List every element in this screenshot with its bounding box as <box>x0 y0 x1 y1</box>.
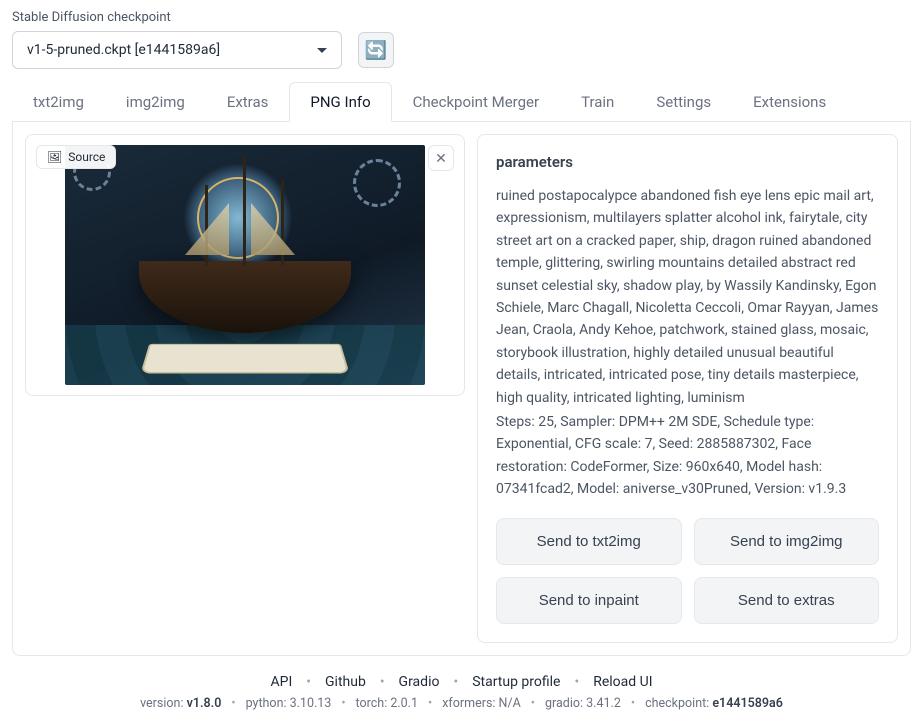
send-to-txt2img-button[interactable]: Send to txt2img <box>496 518 682 565</box>
divider: • <box>380 674 385 690</box>
tab-train[interactable]: Train <box>560 82 635 122</box>
refresh-checkpoint-button[interactable]: 🔄 <box>358 32 394 68</box>
art-ship-hull <box>139 261 351 333</box>
divider: • <box>306 674 311 690</box>
send-to-extras-button[interactable]: Send to extras <box>694 577 880 624</box>
footer-link-reload-ui[interactable]: Reload UI <box>593 674 652 690</box>
gradio-item: gradio: 3.41.2 <box>545 696 621 711</box>
tabs: txt2img img2img Extras PNG Info Checkpoi… <box>12 81 911 122</box>
parameters-column: parameters ruined postapocalypce abandon… <box>477 134 898 643</box>
prompt-text: ruined postapocalypce abandoned fish eye… <box>496 185 879 409</box>
close-icon: ✕ <box>435 150 447 167</box>
torch-item: torch: 2.0.1 <box>356 696 418 711</box>
art-gear <box>353 159 401 207</box>
xformers-item: xformers: N/A <box>442 696 521 711</box>
footer-link-startup-profile[interactable]: Startup profile <box>472 674 560 690</box>
parameters-card: parameters ruined postapocalypce abandon… <box>477 134 898 643</box>
send-buttons: Send to txt2img Send to img2img Send to … <box>496 500 879 624</box>
divider: • <box>428 696 432 711</box>
divider: • <box>453 674 458 690</box>
tab-checkpoint-merger[interactable]: Checkpoint Merger <box>392 82 560 122</box>
png-info-panel: 🖼 Source ✕ parame <box>12 122 911 656</box>
divider: • <box>631 696 635 711</box>
checkpoint-select[interactable]: v1-5-pruned.ckpt [e1441589a6] <box>12 31 342 69</box>
chevron-down-icon <box>317 48 327 53</box>
checkpoint-group: Stable Diffusion checkpoint v1-5-pruned.… <box>12 10 342 69</box>
source-label: Source <box>68 150 105 164</box>
python-item: python: 3.10.13 <box>246 696 332 711</box>
send-to-img2img-button[interactable]: Send to img2img <box>694 518 880 565</box>
footer: API • Github • Gradio • Startup profile … <box>12 656 911 723</box>
checkpoint-label: Stable Diffusion checkpoint <box>12 10 342 25</box>
clear-image-button[interactable]: ✕ <box>428 145 454 171</box>
tab-img2img[interactable]: img2img <box>105 82 206 122</box>
footer-link-gradio[interactable]: Gradio <box>399 674 440 690</box>
checkpoint-value: v1-5-pruned.ckpt [e1441589a6] <box>27 42 220 58</box>
image-column: 🖼 Source ✕ <box>25 134 465 643</box>
tab-settings[interactable]: Settings <box>635 82 732 122</box>
version-item: version: v1.8.0 <box>140 696 221 711</box>
footer-link-api[interactable]: API <box>270 674 292 690</box>
send-to-inpaint-button[interactable]: Send to inpaint <box>496 577 682 624</box>
footer-link-github[interactable]: Github <box>325 674 366 690</box>
divider: • <box>574 674 579 690</box>
uploaded-image[interactable] <box>65 145 425 385</box>
art-mast <box>243 155 246 265</box>
generation-params-text: Steps: 25, Sampler: DPM++ 2M SDE, Schedu… <box>496 411 879 501</box>
tab-png-info[interactable]: PNG Info <box>289 82 391 122</box>
tab-extras[interactable]: Extras <box>206 82 290 122</box>
refresh-icon: 🔄 <box>365 40 387 61</box>
divider: • <box>341 696 345 711</box>
version-line: version: v1.8.0 • python: 3.10.13 • torc… <box>12 696 911 711</box>
art-book <box>140 344 349 374</box>
source-card: 🖼 Source ✕ <box>25 134 465 396</box>
parameters-heading: parameters <box>496 153 879 171</box>
checkpoint-item: checkpoint: e1441589a6 <box>645 696 783 711</box>
divider: • <box>531 696 535 711</box>
divider: • <box>231 696 235 711</box>
checkpoint-row: Stable Diffusion checkpoint v1-5-pruned.… <box>12 0 911 81</box>
tab-extensions[interactable]: Extensions <box>732 82 847 122</box>
tab-txt2img[interactable]: txt2img <box>12 82 105 122</box>
image-icon: 🖼 <box>47 150 62 164</box>
footer-links: API • Github • Gradio • Startup profile … <box>12 674 911 690</box>
source-badge[interactable]: 🖼 Source <box>36 145 116 169</box>
